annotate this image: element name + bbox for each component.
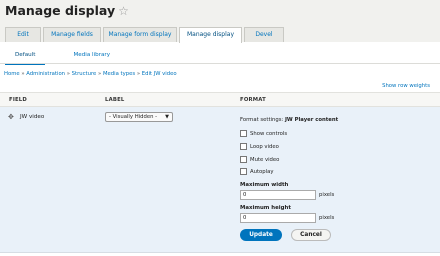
tab-manage-form-display[interactable]: Manage form display [103, 27, 177, 42]
update-button[interactable]: Update [240, 229, 282, 241]
breadcrumb-administration[interactable]: Administration [26, 71, 65, 77]
primary-tabs: Edit Manage fields Manage form display M… [5, 27, 286, 43]
label-display-value: - Visually Hidden - [109, 114, 158, 120]
breadcrumb-edit-jw-video[interactable]: Edit JW video [142, 71, 177, 77]
checkbox-box[interactable] [240, 156, 247, 163]
breadcrumb-home[interactable]: Home [4, 71, 20, 77]
table-row: ✥ JW video - Visually Hidden - ▼ [0, 107, 440, 253]
checkbox-label: Loop video [250, 143, 279, 150]
checkbox-box[interactable] [240, 143, 247, 150]
star-icon[interactable]: ☆ [118, 4, 129, 18]
field-name: JW video [20, 114, 45, 120]
checkbox-label: Autoplay [250, 168, 274, 175]
breadcrumb: Home » Administration » Structure » Medi… [4, 71, 177, 77]
subtab-default[interactable]: Default [5, 50, 46, 65]
checkbox-label: Show controls [250, 130, 288, 137]
subtab-media-library[interactable]: Media library [63, 50, 120, 63]
format-settings-prefix: Format settings: [240, 117, 284, 123]
breadcrumb-separator: » [21, 71, 25, 77]
breadcrumb-separator: » [136, 71, 141, 77]
max-width-label: Maximum width [240, 182, 289, 188]
divider [0, 63, 440, 64]
column-header-field: FIELD [9, 97, 27, 103]
max-height-suffix: pixels [319, 215, 335, 221]
max-height-input[interactable]: 0 [240, 213, 316, 223]
breadcrumb-media-types[interactable]: Media types [103, 71, 135, 77]
column-header-label: LABEL [105, 97, 125, 103]
max-height-label: Maximum height [240, 205, 291, 211]
checkbox-label: Mute video [250, 156, 280, 163]
max-width-input[interactable]: 0 [240, 190, 316, 200]
format-settings-label: Format settings: JW Player content [240, 117, 338, 123]
breadcrumb-separator: » [66, 71, 70, 77]
drag-handle-icon[interactable]: ✥ [8, 114, 15, 121]
table-header: FIELD LABEL FORMAT [0, 92, 440, 107]
column-header-format: FORMAT [240, 97, 266, 103]
chevron-down-icon: ▼ [165, 114, 169, 120]
tab-edit[interactable]: Edit [5, 27, 41, 42]
breadcrumb-separator: » [98, 71, 102, 77]
show-row-weights-link[interactable]: Show row weights [382, 83, 430, 89]
cancel-button[interactable]: Cancel [291, 229, 331, 241]
page-title: Manage display ☆ [5, 3, 129, 18]
tab-manage-fields[interactable]: Manage fields [43, 27, 101, 42]
checkbox-mute-video[interactable]: Mute video [240, 156, 279, 163]
format-settings-name: JW Player content [284, 117, 339, 123]
tab-devel[interactable]: Devel [244, 27, 284, 42]
checkbox-show-controls[interactable]: Show controls [240, 130, 287, 137]
breadcrumb-structure[interactable]: Structure [72, 71, 97, 77]
page-title-text: Manage display [5, 3, 116, 18]
max-width-suffix: pixels [319, 192, 335, 198]
label-display-select[interactable]: - Visually Hidden - ▼ [105, 112, 173, 122]
secondary-tabs: Default Media library [5, 50, 120, 65]
checkbox-box[interactable] [240, 168, 247, 175]
page-header: Manage display ☆ Edit Manage fields Manag… [0, 0, 440, 43]
checkbox-loop-video[interactable]: Loop video [240, 143, 279, 150]
checkbox-autoplay[interactable]: Autoplay [240, 168, 274, 175]
checkbox-box[interactable] [240, 130, 247, 137]
tab-manage-display[interactable]: Manage display [179, 27, 242, 43]
